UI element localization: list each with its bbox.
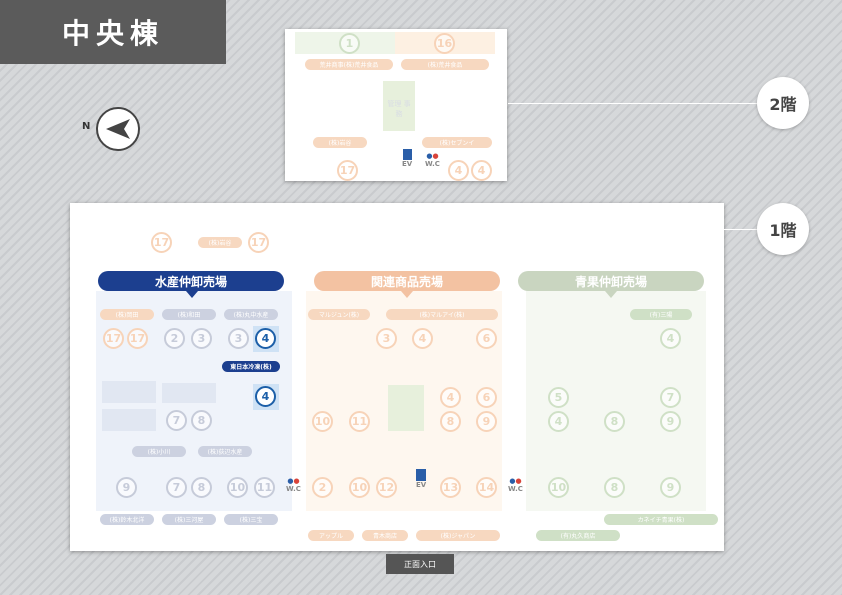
floor-2-marker[interactable]: 2階: [757, 77, 809, 129]
first-floor-map[interactable]: 17 (株)岩谷 17 水産仲卸売場 (株)岡田 (株)和田 (株)丸中水産 1…: [70, 203, 724, 551]
building-title: 中央棟: [0, 0, 226, 64]
stall-number: 17: [337, 160, 358, 181]
stall-number: 8: [604, 477, 625, 498]
tenant-label: アップル: [308, 530, 354, 541]
leader-line: [724, 229, 758, 230]
stall-number: 10: [548, 477, 569, 498]
tenant-label: (株)三宝: [224, 514, 278, 525]
stall-number: 9: [116, 477, 137, 498]
stall-number: 14: [476, 477, 497, 498]
stall-number: 8: [440, 411, 461, 432]
stall-number: 7: [166, 477, 187, 498]
stall-number: 4: [660, 328, 681, 349]
stall-number: 16: [434, 33, 455, 54]
tenant-label: (株)鈴木北洋: [100, 514, 154, 525]
stall-number: 7: [166, 410, 187, 431]
stall-number: 6: [476, 387, 497, 408]
stall-number: 10: [312, 411, 333, 432]
stall-number: 17: [103, 328, 124, 349]
stall-number: 13: [440, 477, 461, 498]
stall-number: 8: [191, 410, 212, 431]
tenant-label: (株)岡田: [100, 309, 154, 320]
stall-number: 5: [548, 387, 569, 408]
stall-number: 9: [660, 411, 681, 432]
second-floor-map[interactable]: 1 16 荒井商事(株)荒井食品 (株)荒井食品 管理 事務 (株)岩谷 (株)…: [285, 29, 507, 181]
tenant-label: (有)丸久商店: [536, 530, 620, 541]
stall-number: 11: [254, 477, 275, 498]
stall-number: 4: [412, 328, 433, 349]
center-office-label: 管理 事務: [387, 100, 411, 118]
restroom-icon: ●● W.C: [286, 477, 301, 493]
highlighted-stall-number[interactable]: 4: [255, 386, 276, 407]
tenant-label: (株)セブンイ: [422, 137, 492, 148]
tenant-label: (株)岩谷: [313, 137, 367, 148]
tenant-label: 青木商店: [362, 530, 408, 541]
stall-number: 3: [376, 328, 397, 349]
north-label: N: [82, 121, 91, 132]
stall-number: 4: [448, 160, 469, 181]
stall-number: 7: [660, 387, 681, 408]
stall-number: 11: [349, 411, 370, 432]
elevator-icon: EV: [402, 149, 412, 168]
stall-number: 12: [376, 477, 397, 498]
tenant-label: (株)荒井食品: [401, 59, 489, 70]
stall-number: 4: [548, 411, 569, 432]
stall-number: 2: [164, 328, 185, 349]
produce-zone-banner[interactable]: 青果仲卸売場: [518, 271, 704, 291]
tenant-label: (株)丸中水産: [224, 309, 278, 320]
tenant-label: (株)ジャパン: [416, 530, 500, 541]
tenant-label: (株)和田: [162, 309, 216, 320]
stall-number: 3: [191, 328, 212, 349]
seafood-zone-banner[interactable]: 水産仲卸売場: [98, 271, 284, 291]
stall-number: 4: [471, 160, 492, 181]
stall-number: 9: [476, 411, 497, 432]
stall-number: 17: [127, 328, 148, 349]
restroom-icon: ●● W.C: [508, 477, 523, 493]
stall-number: 9: [660, 477, 681, 498]
tenant-label: カネイチ青果(株): [604, 514, 718, 525]
stall-number: 17: [151, 232, 172, 253]
north-compass-icon: [96, 107, 140, 151]
main-entrance-label: 正面入口: [386, 554, 454, 574]
stall-number: 17: [248, 232, 269, 253]
tenant-label: マルジュン(株): [308, 309, 370, 320]
highlighted-tenant-label[interactable]: 東日本冷凍(株): [222, 361, 280, 372]
stall-number: 8: [604, 411, 625, 432]
related-goods-zone-banner[interactable]: 関連商品売場: [314, 271, 500, 291]
floor-1-marker[interactable]: 1階: [757, 203, 809, 255]
tenant-label: (株)岩谷: [198, 237, 242, 248]
stall-number: 10: [349, 477, 370, 498]
stall-number: 2: [312, 477, 333, 498]
leader-line: [508, 103, 758, 104]
stall-number: 8: [191, 477, 212, 498]
tenant-label: (有)三陽: [630, 309, 692, 320]
tenant-label: (株)三河屋: [162, 514, 216, 525]
tenant-label: 荒井商事(株)荒井食品: [305, 59, 393, 70]
highlighted-stall-number[interactable]: 4: [255, 328, 276, 349]
restroom-icon: ●● W.C: [425, 152, 440, 168]
tenant-label: (株)荻辺水産: [198, 446, 252, 457]
stall-number: 10: [227, 477, 248, 498]
stall-number: 1: [339, 33, 360, 54]
stall-number: 6: [476, 328, 497, 349]
tenant-label: (株)小川: [132, 446, 186, 457]
stall-number: 3: [228, 328, 249, 349]
elevator-icon: EV: [416, 469, 426, 489]
tenant-label: (株)マルアイ(株): [386, 309, 498, 320]
stall-number: 4: [440, 387, 461, 408]
